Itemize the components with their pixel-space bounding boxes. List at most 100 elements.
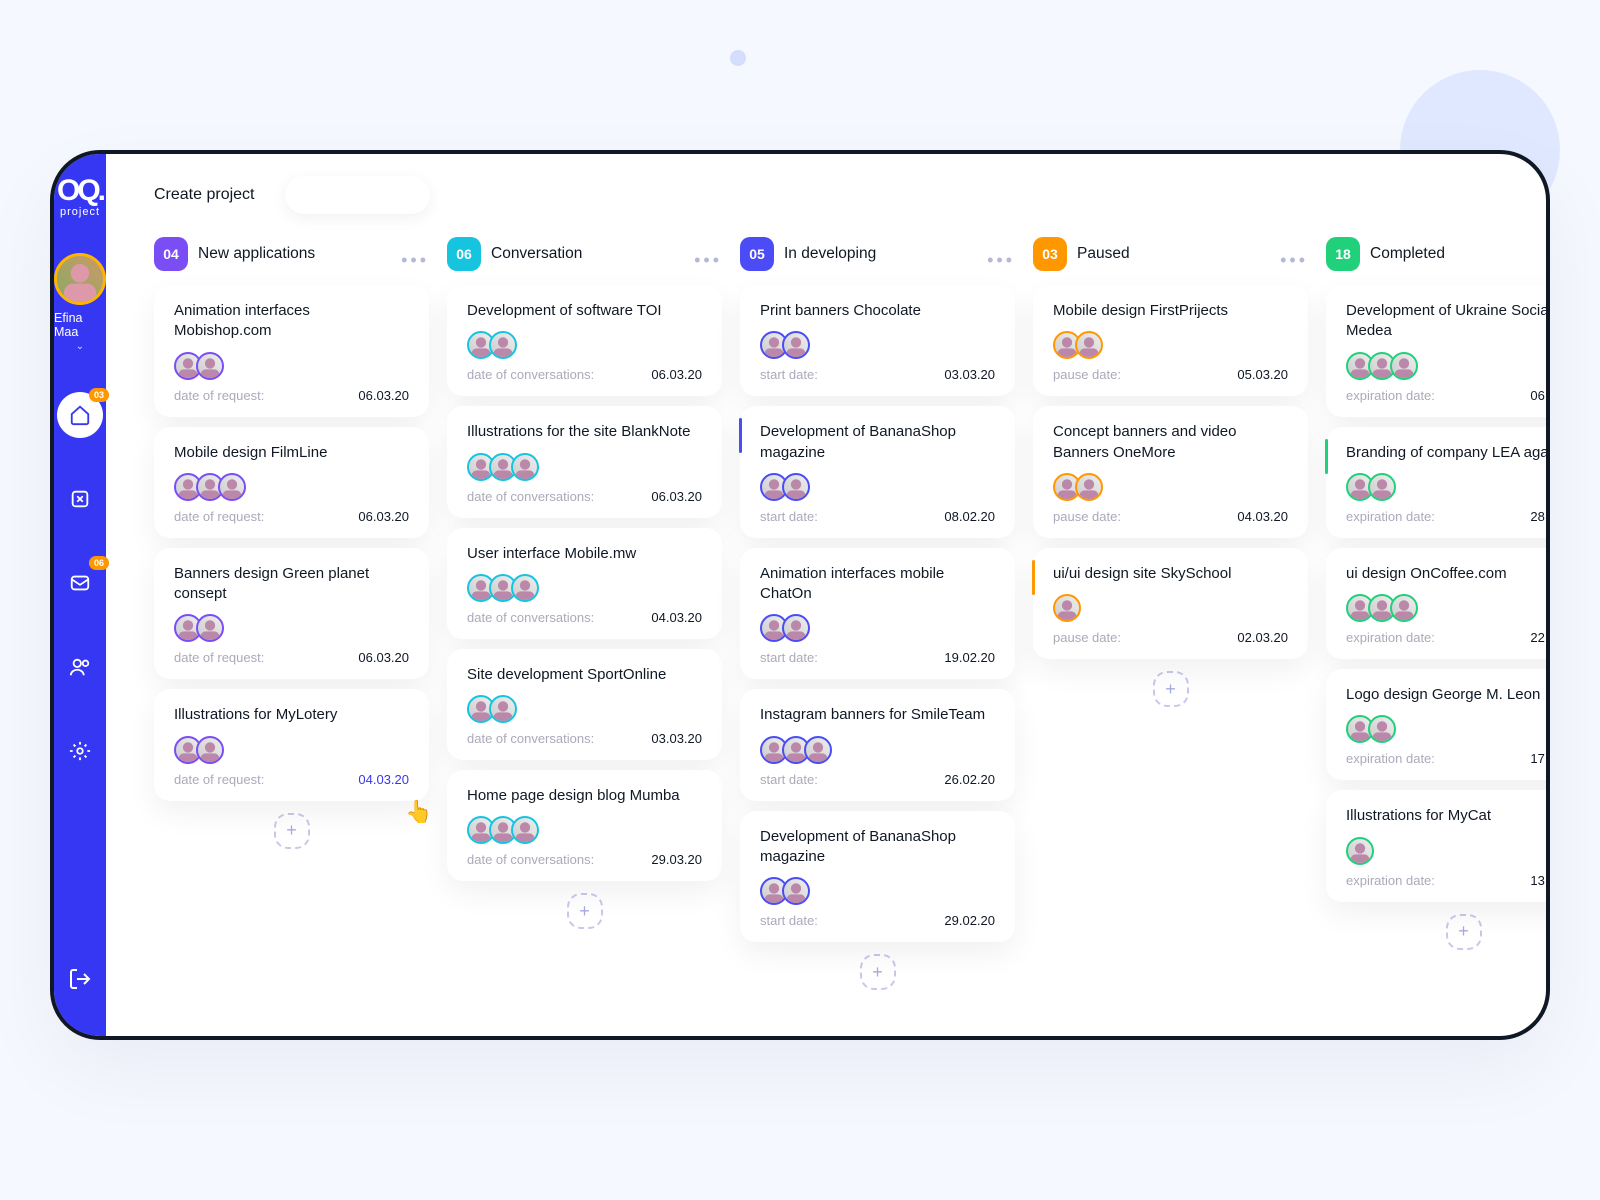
date-value: 06.03.20 (358, 388, 409, 403)
project-card[interactable]: ui design OnCoffee.comexpiration date:22… (1326, 548, 1550, 659)
user-name: Efina Maa (54, 311, 106, 339)
column-conversation: 06Conversation•••Development of software… (447, 236, 722, 1006)
column-count: 06 (447, 237, 481, 271)
search-input[interactable] (285, 176, 430, 214)
assignee-avatar (782, 614, 810, 642)
card-title: Instagram banners for SmileTeam (760, 705, 995, 725)
add-card-button[interactable]: + (860, 954, 896, 990)
nav-users[interactable] (57, 644, 103, 690)
date-value: 29.03.20 (651, 852, 702, 867)
nav-badge: 03 (89, 388, 109, 402)
nav-share[interactable] (57, 476, 103, 522)
search-field[interactable] (307, 188, 484, 203)
column-count: 18 (1326, 237, 1360, 271)
date-value: 04.03.20 (358, 772, 409, 787)
project-card[interactable]: Development of BananaShop magazine start … (740, 811, 1015, 943)
project-card[interactable]: Logo design George M. Leon expiration dat… (1326, 669, 1550, 780)
date-value: 02.03.20 (1237, 630, 1288, 645)
assignee-avatar (782, 473, 810, 501)
project-card[interactable]: Banners design Green planet conseptdate … (154, 548, 429, 680)
card-title: Logo design George M. Leon (1346, 685, 1550, 705)
assignee-avatar (1368, 715, 1396, 743)
date-value: 13.02.20 (1530, 873, 1550, 888)
app-frame: OQ. project Efina Maa ⌄ 0306 Create proj… (50, 150, 1550, 1040)
column-menu-icon[interactable]: ••• (401, 250, 429, 271)
date-value: 06.03.20 (651, 367, 702, 382)
date-value: 06.03.20 (1530, 388, 1550, 403)
kanban-board: 04New applications•••Animation interface… (106, 236, 1550, 1036)
assignee-avatar (511, 453, 539, 481)
project-card[interactable]: Illustrations for the site BlankNotedate… (447, 406, 722, 517)
create-project-link[interactable]: Create project (154, 186, 255, 204)
project-card[interactable]: Illustrations for MyLoterydate of reques… (154, 689, 429, 800)
nav-settings[interactable] (57, 728, 103, 774)
users-icon (69, 656, 91, 678)
date-value: 03.03.20 (944, 367, 995, 382)
column-menu-icon[interactable]: ••• (987, 250, 1015, 271)
mail-icon (69, 572, 91, 594)
card-title: ui/ui design site SkySchool (1053, 564, 1288, 584)
date-value: 26.02.20 (944, 772, 995, 787)
date-label: start date: (760, 367, 818, 382)
project-card[interactable]: Site development SportOnlinedate of conv… (447, 649, 722, 760)
assignee-avatar (804, 736, 832, 764)
date-value: 06.03.20 (358, 650, 409, 665)
assignee-avatar (196, 614, 224, 642)
date-label: start date: (760, 772, 818, 787)
date-label: date of conversations: (467, 731, 594, 746)
project-card[interactable]: Concept banners and video Banners OneMor… (1033, 406, 1308, 538)
add-card-button[interactable]: + (1153, 671, 1189, 707)
column-menu-icon[interactable]: ••• (694, 250, 722, 271)
logout-button[interactable] (68, 967, 92, 996)
date-value: 05.03.20 (1237, 367, 1288, 382)
project-card[interactable]: User interface Mobile.mwdate of conversa… (447, 528, 722, 639)
project-card[interactable]: Print banners Chocolate start date: 03.03.… (740, 285, 1015, 396)
card-title: Development of BananaShop magazine (760, 827, 995, 868)
nav-mail[interactable]: 06 (57, 560, 103, 606)
date-label: expiration date: (1346, 873, 1435, 888)
add-card-button[interactable]: + (567, 893, 603, 929)
project-card[interactable]: ui/ui design site SkySchool pause date: 02… (1033, 548, 1308, 659)
card-title: Illustrations for MyCat (1346, 806, 1550, 826)
project-card[interactable]: Development of software TOIdate of conve… (447, 285, 722, 396)
project-card[interactable]: Illustrations for MyCat expiration date: 1… (1326, 790, 1550, 901)
column-menu-icon[interactable]: ••• (1280, 250, 1308, 271)
project-card[interactable]: Animation interfaces mobile ChatOnstart … (740, 548, 1015, 680)
project-card[interactable]: Mobile design FilmLinedate of request:06… (154, 427, 429, 538)
date-label: expiration date: (1346, 751, 1435, 766)
avatar[interactable] (54, 253, 106, 305)
chevron-down-icon[interactable]: ⌄ (76, 341, 84, 352)
assignee-avatar (1075, 473, 1103, 501)
date-label: start date: (760, 913, 818, 928)
card-title: Print banners Chocolate (760, 301, 995, 321)
project-card[interactable]: Development of BananaShop magazinestart … (740, 406, 1015, 538)
column-paused: 03Paused•••Mobile design FirstPrijectspa… (1033, 236, 1308, 1006)
add-card-button[interactable]: + (1446, 914, 1482, 950)
project-card[interactable]: Branding of company LEA agancyexpiration… (1326, 427, 1550, 538)
date-value: 03.03.20 (651, 731, 702, 746)
column-title: New applications (198, 245, 315, 263)
card-title: Mobile design FirstPrijects (1053, 301, 1288, 321)
project-card[interactable]: Mobile design FirstPrijectspause date:05… (1033, 285, 1308, 396)
date-label: pause date: (1053, 509, 1121, 524)
nav-badge: 06 (89, 556, 109, 570)
date-label: date of conversations: (467, 367, 594, 382)
column-in-developing: 05In developing•••Print banners Chocolat… (740, 236, 1015, 1006)
project-card[interactable]: Instagram banners for SmileTeam start dat… (740, 689, 1015, 800)
date-label: expiration date: (1346, 509, 1435, 524)
date-label: date of conversations: (467, 489, 594, 504)
add-card-button[interactable]: + (274, 813, 310, 849)
card-title: Animation interfaces Mobishop.com (174, 301, 409, 342)
nav-home[interactable]: 03 (57, 392, 103, 438)
project-card[interactable]: Development of Ukraine Social Medeaexpir… (1326, 285, 1550, 417)
assignee-avatar (511, 574, 539, 602)
assignee-avatar (511, 816, 539, 844)
date-label: start date: (760, 509, 818, 524)
project-card[interactable]: Home page design blog Mumbadate of conve… (447, 770, 722, 881)
column-count: 05 (740, 237, 774, 271)
date-label: pause date: (1053, 630, 1121, 645)
date-label: date of request: (174, 772, 264, 787)
brand-name: OQ. (57, 174, 103, 207)
project-card[interactable]: Animation interfaces Mobishop.comdate of… (154, 285, 429, 417)
date-value: 04.03.20 (651, 610, 702, 625)
